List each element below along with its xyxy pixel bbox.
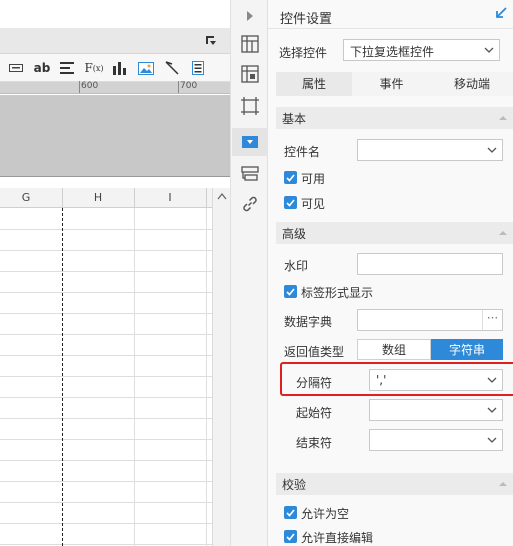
tab-events[interactable]: 事件 xyxy=(352,72,431,96)
canvas-header-area xyxy=(0,95,230,177)
chevron-down-icon xyxy=(482,430,502,450)
column-header-h[interactable]: H xyxy=(88,191,108,204)
caret-up-icon xyxy=(499,116,507,120)
sheet-top-bar xyxy=(0,0,230,28)
return-type-label: 返回值类型 xyxy=(284,345,345,359)
cell-attributes-icon[interactable] xyxy=(240,34,260,54)
settings-tabs: 属性 事件 移动端 xyxy=(276,72,513,96)
report-designer-canvas: ab F (x) 600 700 G H I xyxy=(0,0,230,546)
separator-select[interactable]: ',' xyxy=(369,369,503,391)
hyperlink-icon[interactable] xyxy=(240,194,260,214)
page-break-line xyxy=(62,208,63,546)
watermark-input[interactable] xyxy=(357,253,503,275)
vertical-scrollbar[interactable] xyxy=(212,188,230,546)
allow-edit-checkbox[interactable] xyxy=(284,530,297,543)
start-char-select[interactable] xyxy=(369,399,503,421)
list-widget-icon[interactable] xyxy=(190,60,206,76)
widget-type-value: 下拉复选框控件 xyxy=(350,45,435,59)
condition-attributes-icon[interactable] xyxy=(240,164,260,184)
side-icon-strip xyxy=(230,0,268,546)
widget-name-label: 控件名 xyxy=(284,145,321,159)
caret-up-icon xyxy=(499,482,507,486)
scroll-up-icon[interactable] xyxy=(217,192,227,200)
enabled-checkbox[interactable] xyxy=(284,171,297,184)
ruler-label-600: 600 xyxy=(81,81,99,91)
expand-right-icon[interactable] xyxy=(240,6,260,26)
widget-settings-panel: 控件设置 选择控件 下拉复选框控件 属性 事件 移动端 基本 控件名 可用 可见… xyxy=(268,0,513,546)
float-element-icon[interactable] xyxy=(240,96,260,116)
enabled-label: 可用 xyxy=(301,172,326,186)
allow-empty-label: 允许为空 xyxy=(301,507,350,521)
dictionary-label: 数据字典 xyxy=(284,315,333,329)
widget-settings-icon[interactable] xyxy=(240,132,260,152)
tab-attributes[interactable]: 属性 xyxy=(276,72,352,96)
end-char-label: 结束符 xyxy=(296,436,333,450)
column-header-row: G H I xyxy=(0,188,212,208)
panel-divider xyxy=(268,28,513,29)
cell-grid[interactable]: G H I xyxy=(0,188,212,546)
dictionary-input[interactable]: ··· xyxy=(357,309,503,331)
column-header-i[interactable]: I xyxy=(160,191,180,204)
widget-select-label: 选择控件 xyxy=(279,46,328,60)
ruler-label-700: 700 xyxy=(180,81,198,91)
tag-display-label: 标签形式显示 xyxy=(301,286,374,300)
text-field-icon[interactable] xyxy=(8,60,24,76)
text-ab-icon[interactable]: ab xyxy=(33,60,51,76)
horizontal-ruler: 600 700 xyxy=(0,81,230,94)
panel-title: 控件设置 xyxy=(280,12,333,27)
widget-type-select[interactable]: 下拉复选框控件 xyxy=(343,39,500,61)
chevron-down-icon xyxy=(482,400,502,420)
end-char-select[interactable] xyxy=(369,429,503,451)
separator-value: ',' xyxy=(376,373,387,387)
basic-section-header[interactable]: 基本 xyxy=(276,107,513,129)
watermark-label: 水印 xyxy=(284,259,309,273)
allow-edit-label: 允许直接编辑 xyxy=(301,531,374,545)
start-char-label: 起始符 xyxy=(296,406,333,420)
cell-element-icon[interactable] xyxy=(240,64,260,84)
tag-display-checkbox[interactable] xyxy=(284,285,297,298)
chevron-down-icon xyxy=(479,40,499,60)
column-header-g[interactable]: G xyxy=(16,191,36,204)
text-align-icon[interactable] xyxy=(59,60,75,76)
image-icon[interactable] xyxy=(137,60,155,76)
allow-empty-checkbox[interactable] xyxy=(284,506,297,519)
visible-checkbox[interactable] xyxy=(284,196,297,209)
sheet-tab-bar xyxy=(0,28,230,54)
widget-name-select[interactable] xyxy=(357,139,503,161)
collapse-toolbar-icon[interactable] xyxy=(205,35,217,47)
basic-section-title: 基本 xyxy=(282,112,307,126)
visible-label: 可见 xyxy=(301,197,326,211)
chevron-down-icon xyxy=(482,140,502,160)
advanced-section-title: 高级 xyxy=(282,227,307,241)
validation-section-header[interactable]: 校验 xyxy=(276,473,513,495)
chevron-down-icon xyxy=(482,370,502,390)
collapse-panel-icon[interactable] xyxy=(494,6,508,20)
advanced-section-header[interactable]: 高级 xyxy=(276,222,513,244)
separator-label: 分隔符 xyxy=(296,376,333,390)
bar-chart-icon[interactable] xyxy=(112,60,128,76)
caret-up-icon xyxy=(499,231,507,235)
return-type-array-option[interactable]: 数组 xyxy=(357,339,431,360)
tab-mobile[interactable]: 移动端 xyxy=(431,72,513,96)
dictionary-browse-button[interactable]: ··· xyxy=(482,310,502,330)
validation-section-title: 校验 xyxy=(282,478,307,492)
formula-icon[interactable]: F (x) xyxy=(84,60,104,76)
return-type-string-option[interactable]: 字符串 xyxy=(431,339,503,360)
line-draw-icon[interactable] xyxy=(164,60,180,76)
